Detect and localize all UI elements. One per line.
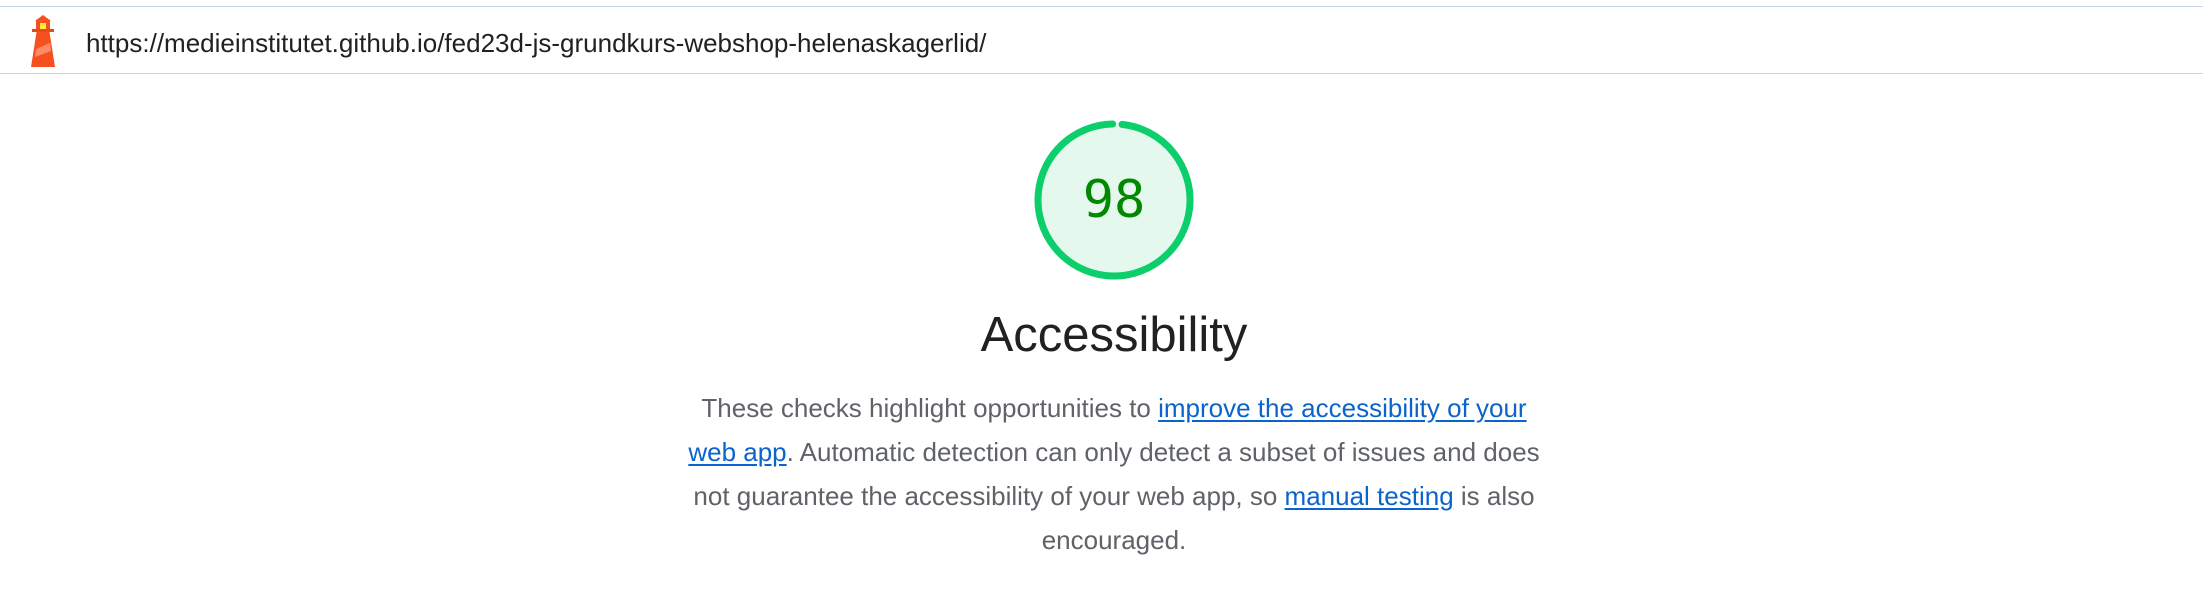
report-header-bar: https://medieinstitutet.github.io/fed23d… (0, 6, 2203, 74)
category-title: Accessibility (980, 308, 1248, 362)
lighthouse-icon (31, 15, 55, 67)
report-url[interactable]: https://medieinstitutet.github.io/fed23d… (86, 28, 986, 59)
description-text-1: These checks highlight opportunities to (701, 393, 1159, 423)
score-value: 98 (1082, 170, 1146, 230)
manual-testing-link[interactable]: manual testing (1285, 481, 1454, 511)
category-description: These checks highlight opportunities to … (676, 386, 1552, 562)
